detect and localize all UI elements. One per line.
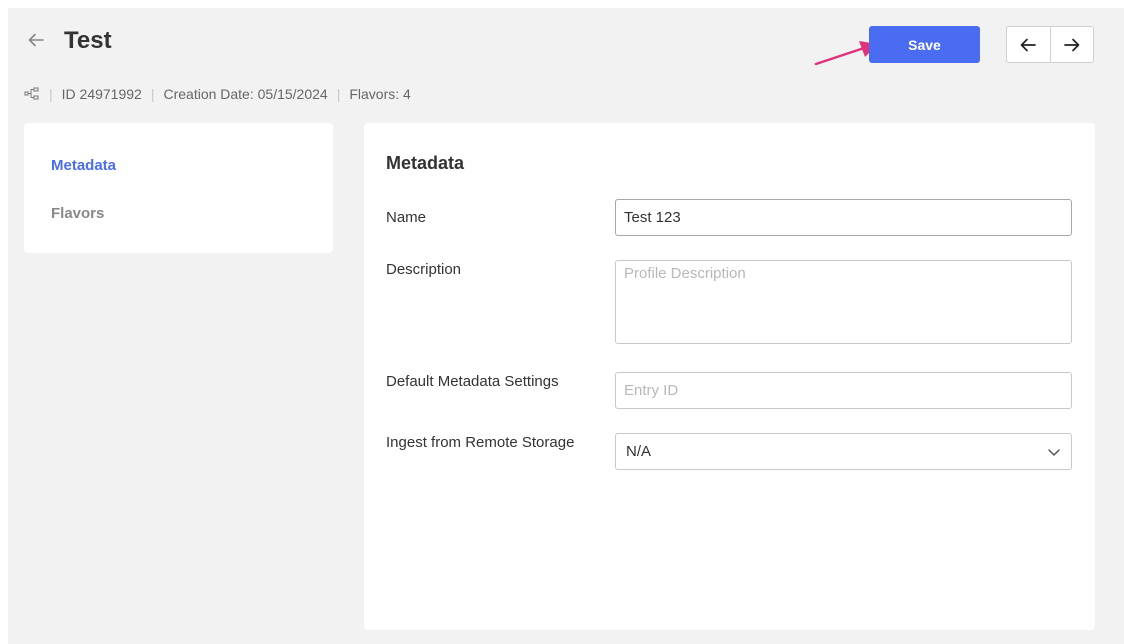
metadata-panel: Metadata Name Description Default Metada… [364, 123, 1095, 630]
creation-date: Creation Date: 05/15/2024 [163, 86, 328, 102]
nav-item-flavors[interactable]: Flavors [51, 205, 104, 222]
flow-icon [24, 87, 39, 100]
ingest-remote-label: Ingest from Remote Storage [386, 434, 575, 451]
separator: | [150, 86, 155, 102]
arrow-right-icon [1063, 38, 1080, 51]
separator: | [49, 86, 53, 102]
record-navigation [1006, 26, 1094, 63]
section-nav: Metadata Flavors [24, 123, 333, 253]
name-input[interactable] [615, 199, 1072, 236]
arrow-left-icon [1020, 38, 1037, 51]
select-value: N/A [626, 443, 652, 460]
nav-item-metadata[interactable]: Metadata [51, 157, 116, 174]
flavors-count: Flavors: 4 [349, 86, 411, 102]
description-label: Description [386, 261, 462, 278]
separator: | [336, 86, 341, 102]
ingest-remote-select[interactable]: N/A [615, 433, 1072, 470]
chevron-down-icon [1048, 448, 1060, 456]
entry-id: ID 24971992 [61, 86, 142, 102]
entry-id-input[interactable] [615, 372, 1072, 409]
default-metadata-label: Default Metadata Settings [386, 373, 559, 390]
section-title: Metadata [386, 153, 465, 173]
description-textarea[interactable] [615, 260, 1072, 344]
back-arrow-icon[interactable] [27, 31, 45, 49]
save-button[interactable]: Save [869, 26, 980, 63]
page-title: Test [64, 27, 112, 54]
previous-button[interactable] [1007, 27, 1050, 62]
next-button[interactable] [1049, 27, 1094, 62]
name-label: Name [386, 209, 427, 226]
entry-info-bar: | ID 24971992 | Creation Date: 05/15/202… [24, 84, 411, 104]
